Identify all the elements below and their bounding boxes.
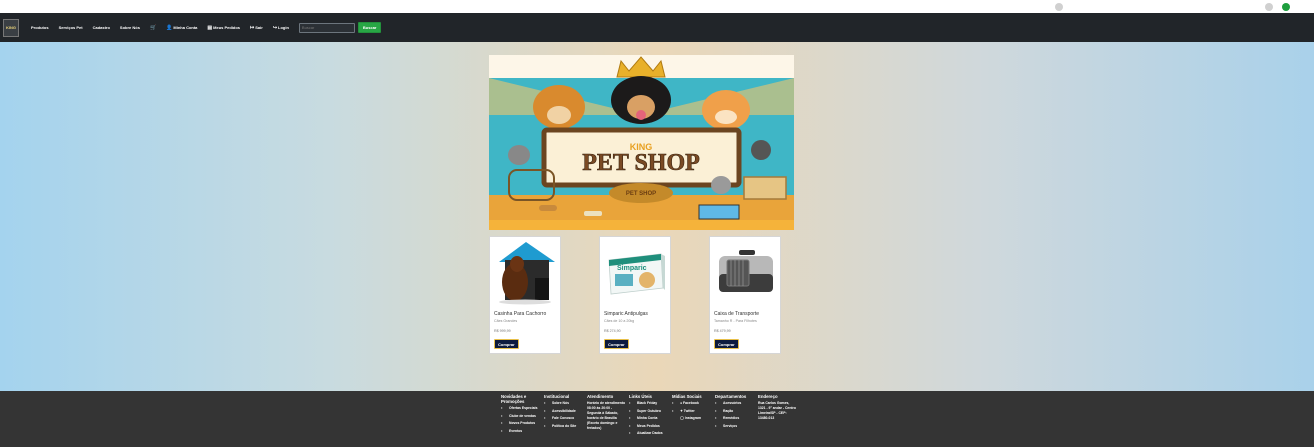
footer-column-departamentos: Departamentos Acessórios Ração Remédios … xyxy=(715,394,757,431)
banner-title: PET SHOP xyxy=(582,150,700,176)
buy-button[interactable]: Comprar xyxy=(714,339,739,349)
product-subtitle: Tamanho R - Para Filhotes xyxy=(714,319,757,323)
facebook-icon: ● xyxy=(680,401,683,405)
instagram-icon: ◯ xyxy=(680,416,684,421)
buy-button[interactable]: Comprar xyxy=(494,339,519,349)
browser-dot-icon xyxy=(1055,3,1063,11)
footer-link[interactable]: Ração xyxy=(715,409,757,414)
footer-link[interactable]: Black Friday xyxy=(629,401,671,406)
nav-minha-conta[interactable]: 👤 Minha Conta xyxy=(166,25,197,31)
footer-link[interactable]: Super Outubro xyxy=(629,409,671,414)
login-icon: ↪ xyxy=(272,24,278,31)
pet-shop-banner-image: KING PET SHOP PET SHOP xyxy=(489,55,794,230)
logout-icon: ↦ xyxy=(250,24,255,31)
footer-column-atendimento: Atendimento Horário de atendimento 08:00… xyxy=(587,394,627,430)
nav-sobre-nos[interactable]: Sobre Nós xyxy=(120,25,140,30)
dog-house-image xyxy=(493,240,559,306)
browser-dot-icon xyxy=(1265,3,1273,11)
user-icon: 👤 xyxy=(166,24,173,31)
product-card[interactable]: Caixa de Transporte Tamanho R - Para Fil… xyxy=(709,236,781,354)
profile-icon[interactable] xyxy=(1282,3,1290,11)
footer-column-endereco: Endereço Rua Carlos Gomes, 1321 - 9° and… xyxy=(758,394,796,421)
buy-button[interactable]: Comprar xyxy=(604,339,629,349)
footer-link[interactable]: Ofertas Especiais xyxy=(501,406,543,411)
site-logo[interactable]: KING xyxy=(3,18,19,37)
footer-link[interactable]: Sobre Nós xyxy=(544,401,586,406)
footer-column-institucional: Institucional Sobre Nós Acessibilidade F… xyxy=(544,394,586,431)
product-name: Simparic Antipulgas xyxy=(604,311,648,317)
main-content: KING PET SHOP PET SHOP Casinha Para Cach… xyxy=(0,42,1314,391)
footer-heading: Atendimento xyxy=(587,394,614,399)
nav-meus-pedidos[interactable]: ▤ Meus Pedidos xyxy=(207,25,240,31)
footer-heading: Endereço xyxy=(758,394,778,399)
footer-heading: Novidades e Promoções xyxy=(501,394,527,404)
instagram-link[interactable]: ◯ Instagram xyxy=(672,416,714,421)
nav-sair[interactable]: ↦ Sair xyxy=(250,25,263,31)
product-name: Casinha Para Cachorro xyxy=(494,311,547,317)
hero-banner: KING PET SHOP PET SHOP xyxy=(489,55,794,230)
footer-heading: Departamentos xyxy=(715,394,747,399)
product-price: R$ 479,99 xyxy=(714,329,731,333)
footer-link[interactable]: Clube de vendas xyxy=(501,414,543,419)
product-subtitle: Cães de 10 a 20kg xyxy=(604,319,635,323)
nav-servicos-pet[interactable]: Serviços Pet xyxy=(59,25,83,30)
footer-link[interactable]: Novos Produtos xyxy=(501,421,543,426)
footer-link[interactable]: Acessibilidade xyxy=(544,409,586,414)
medicine-box-image: Simparic xyxy=(603,240,669,306)
nav-cadastro[interactable]: Cadastro xyxy=(93,25,110,30)
cart-icon: 🛒 xyxy=(149,24,157,31)
footer-text: Rua Carlos Gomes, 1321 - 9° andar - Cent… xyxy=(758,401,796,420)
footer-heading: Links Úteis xyxy=(629,394,652,399)
twitter-icon: ✦ xyxy=(680,408,683,413)
footer-heading: Mídias Sociais xyxy=(672,394,702,399)
list-icon: ▤ xyxy=(207,24,213,31)
banner-bowl-sign: PET SHOP xyxy=(626,191,656,197)
footer-column-links-uteis: Links Úteis Black Friday Super Outubro M… xyxy=(629,394,671,439)
footer-link[interactable]: Minha Conta xyxy=(629,416,671,421)
nav-cart[interactable]: 🛒 xyxy=(150,25,156,31)
product-subtitle: Cães Grandes xyxy=(494,319,518,323)
footer-column-novidades: Novidades e Promoções Ofertas Especiais … xyxy=(501,394,543,436)
navbar: KING Produtos Serviços Pet Cadastro Sobr… xyxy=(0,13,1314,42)
footer-link[interactable]: Política do Site xyxy=(544,424,586,429)
footer-link[interactable]: Acessórios xyxy=(715,401,757,406)
product-card[interactable]: Casinha Para Cachorro Cães Grandes R$ 99… xyxy=(489,236,561,354)
footer-link[interactable]: Meus Pedidos xyxy=(629,424,671,429)
footer-column-midias-sociais: Mídias Sociais ● Facebook ✦ Twitter ◯ In… xyxy=(672,394,714,424)
product-price: R$ 999,99 xyxy=(494,329,511,333)
twitter-link[interactable]: ✦ Twitter xyxy=(672,409,714,414)
nav-login[interactable]: ↪ Login xyxy=(273,25,289,31)
browser-toolbar-strip xyxy=(0,0,1314,13)
search-button[interactable]: Buscar xyxy=(357,22,382,33)
footer-link[interactable]: Atualizar Dados xyxy=(629,431,671,436)
facebook-link[interactable]: ● Facebook xyxy=(672,401,714,406)
footer: Novidades e Promoções Ofertas Especiais … xyxy=(0,391,1314,447)
footer-link[interactable]: Eventos xyxy=(501,429,543,434)
footer-link[interactable]: Fale Conosco xyxy=(544,416,586,421)
search-input[interactable] xyxy=(298,22,355,33)
svg-text:Simparic: Simparic xyxy=(617,265,647,272)
pet-carrier-image xyxy=(713,240,779,306)
product-name: Caixa de Transporte xyxy=(714,311,760,317)
footer-link[interactable]: Remédios xyxy=(715,416,757,421)
footer-heading: Institucional xyxy=(544,394,570,399)
footer-link[interactable]: Serviços xyxy=(715,424,757,429)
footer-text: Horário de atendimento 08:00 às 20:00 - … xyxy=(587,401,626,430)
product-price: R$ 274,90 xyxy=(604,329,621,333)
product-card[interactable]: Simparic Simparic Antipulgas Cães de 10 … xyxy=(599,236,671,354)
nav-produtos[interactable]: Produtos xyxy=(31,25,49,30)
